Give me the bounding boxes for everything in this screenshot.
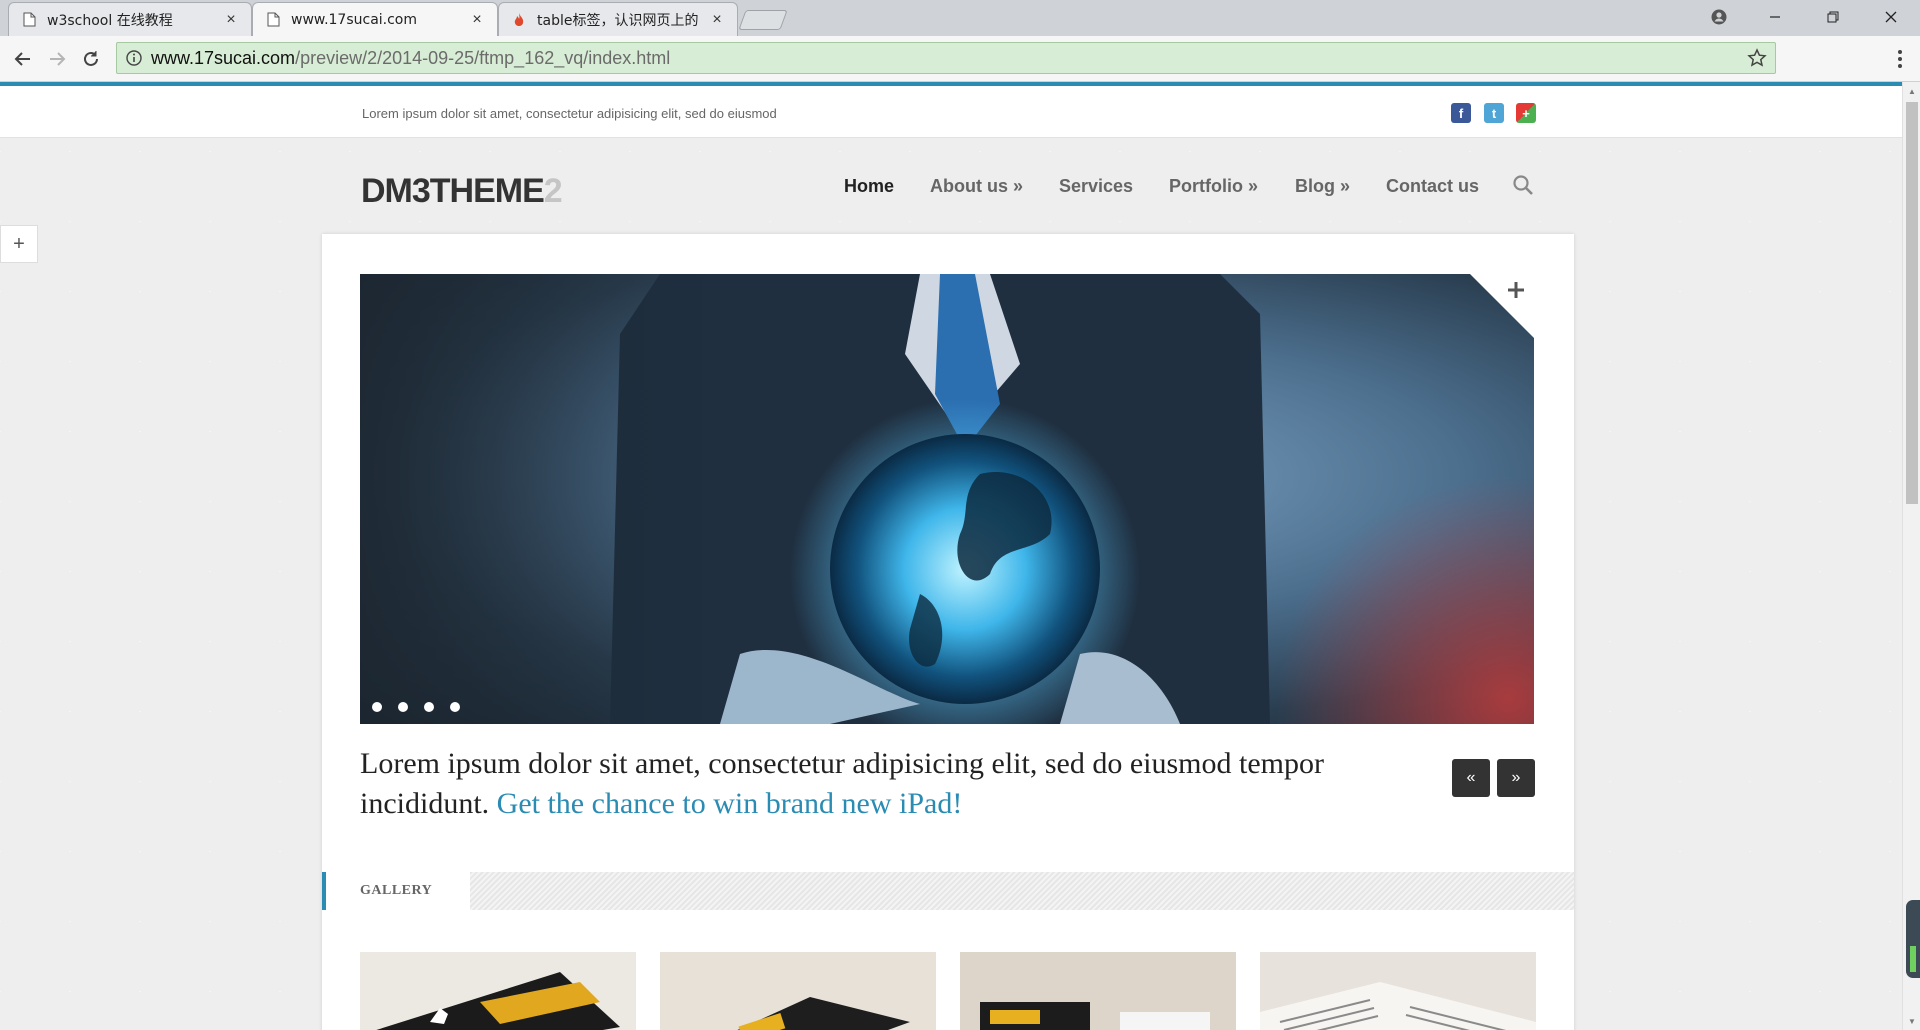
page-icon: [21, 12, 37, 28]
search-icon[interactable]: [1512, 174, 1534, 201]
back-arrow-icon[interactable]: [8, 44, 38, 74]
forward-arrow-icon[interactable]: [42, 44, 72, 74]
close-icon[interactable]: ×: [469, 11, 485, 29]
twitter-icon[interactable]: t: [1484, 103, 1504, 123]
gallery-item[interactable]: [960, 952, 1236, 1030]
slider-glow: [1274, 474, 1534, 724]
profile-icon[interactable]: [1696, 0, 1742, 34]
browser-tab-bar: w3school 在线教程 × www.17sucai.com × table标…: [0, 0, 1920, 36]
googleplus-icon[interactable]: +: [1516, 103, 1536, 123]
hero-slider[interactable]: [360, 274, 1534, 724]
bookmark-star-icon[interactable]: [1747, 48, 1767, 73]
url-host: www.17sucai.com: [151, 47, 296, 68]
url-path: /preview/2/2014-09-25/ftmp_162_vq/index.…: [295, 47, 671, 68]
site-logo[interactable]: DM3THEME2: [361, 172, 563, 211]
page-viewport: Lorem ipsum dolor sit amet, consectetur …: [0, 82, 1902, 1030]
gallery-title: GALLERY: [360, 883, 433, 898]
nav-services[interactable]: Services: [1059, 176, 1133, 197]
slider-dot[interactable]: [450, 702, 460, 712]
address-bar[interactable]: www.17sucai.com/preview/2/2014-09-25/ftm…: [116, 42, 1776, 74]
site-topbar: Lorem ipsum dolor sit amet, consectetur …: [0, 86, 1902, 138]
info-icon[interactable]: [117, 50, 151, 66]
tab-title: www.17sucai.com: [291, 11, 418, 28]
slider-shade: [360, 274, 720, 724]
new-tab-button[interactable]: [738, 10, 788, 30]
business-card-image: [360, 952, 636, 1030]
scroll-down-icon[interactable]: ▼: [1903, 1014, 1920, 1028]
minimize-icon[interactable]: [1752, 0, 1798, 34]
side-toggle-button[interactable]: +: [0, 225, 38, 263]
site-tagline: Lorem ipsum dolor sit amet, consectetur …: [362, 106, 777, 121]
gallery-accent: [322, 872, 326, 910]
menu-dots-icon[interactable]: [1888, 44, 1912, 74]
scroll-up-icon[interactable]: ▲: [1903, 84, 1920, 98]
logo-text: DM3THEME: [361, 172, 545, 210]
scroll-thumb[interactable]: [1906, 102, 1918, 504]
side-widget[interactable]: [1906, 900, 1920, 978]
tab-table[interactable]: table标签，认识网页上的 ×: [498, 2, 738, 36]
restore-icon[interactable]: [1810, 0, 1856, 34]
tab-w3school[interactable]: w3school 在线教程 ×: [8, 2, 252, 36]
slider-next-button[interactable]: »: [1497, 759, 1535, 797]
nav-home[interactable]: Home: [844, 176, 894, 197]
close-icon[interactable]: ×: [709, 11, 725, 29]
browser-toolbar: www.17sucai.com/preview/2/2014-09-25/ftm…: [0, 36, 1920, 82]
promo-link[interactable]: Get the chance to win brand new iPad!: [497, 787, 963, 820]
gallery-item[interactable]: [660, 952, 936, 1030]
slider-prev-button[interactable]: «: [1452, 759, 1490, 797]
tab-17sucai[interactable]: www.17sucai.com ×: [252, 2, 498, 36]
gallery-item[interactable]: [1260, 952, 1536, 1030]
close-window-icon[interactable]: [1868, 0, 1914, 34]
promo-headline: Lorem ipsum dolor sit amet, consectetur …: [360, 744, 1360, 824]
gallery-item[interactable]: [360, 952, 636, 1030]
vertical-scrollbar[interactable]: ▲ ▼: [1902, 82, 1920, 1030]
slider-dot[interactable]: [372, 702, 382, 712]
tab-title: table标签，认识网页上的: [537, 12, 699, 29]
nav-blog[interactable]: Blog »: [1295, 176, 1350, 197]
open-book-image: [1260, 952, 1536, 1030]
logo-number: 2: [543, 172, 563, 210]
main-content: Lorem ipsum dolor sit amet, consectetur …: [322, 234, 1574, 1030]
reload-icon[interactable]: [76, 44, 106, 74]
slider-dot[interactable]: [398, 702, 408, 712]
tab-title: w3school 在线教程: [47, 12, 173, 29]
close-icon[interactable]: ×: [223, 11, 239, 29]
widget-level-indicator: [1910, 946, 1916, 972]
slider-dot[interactable]: [424, 702, 434, 712]
gallery-divider: [470, 872, 1574, 910]
card-standing-image: [960, 952, 1236, 1030]
facebook-icon[interactable]: f: [1451, 103, 1471, 123]
slider-corner-plus-icon[interactable]: [1470, 274, 1534, 338]
nav-contact-us[interactable]: Contact us: [1386, 176, 1479, 197]
slider-pagination: [372, 702, 460, 712]
gallery-section-header: GALLERY: [322, 872, 1574, 910]
flame-icon: [511, 12, 527, 28]
nav-portfolio[interactable]: Portfolio »: [1169, 176, 1258, 197]
page-icon: [265, 12, 281, 28]
card-stack-image: [660, 952, 936, 1030]
nav-about-us[interactable]: About us »: [930, 176, 1023, 197]
